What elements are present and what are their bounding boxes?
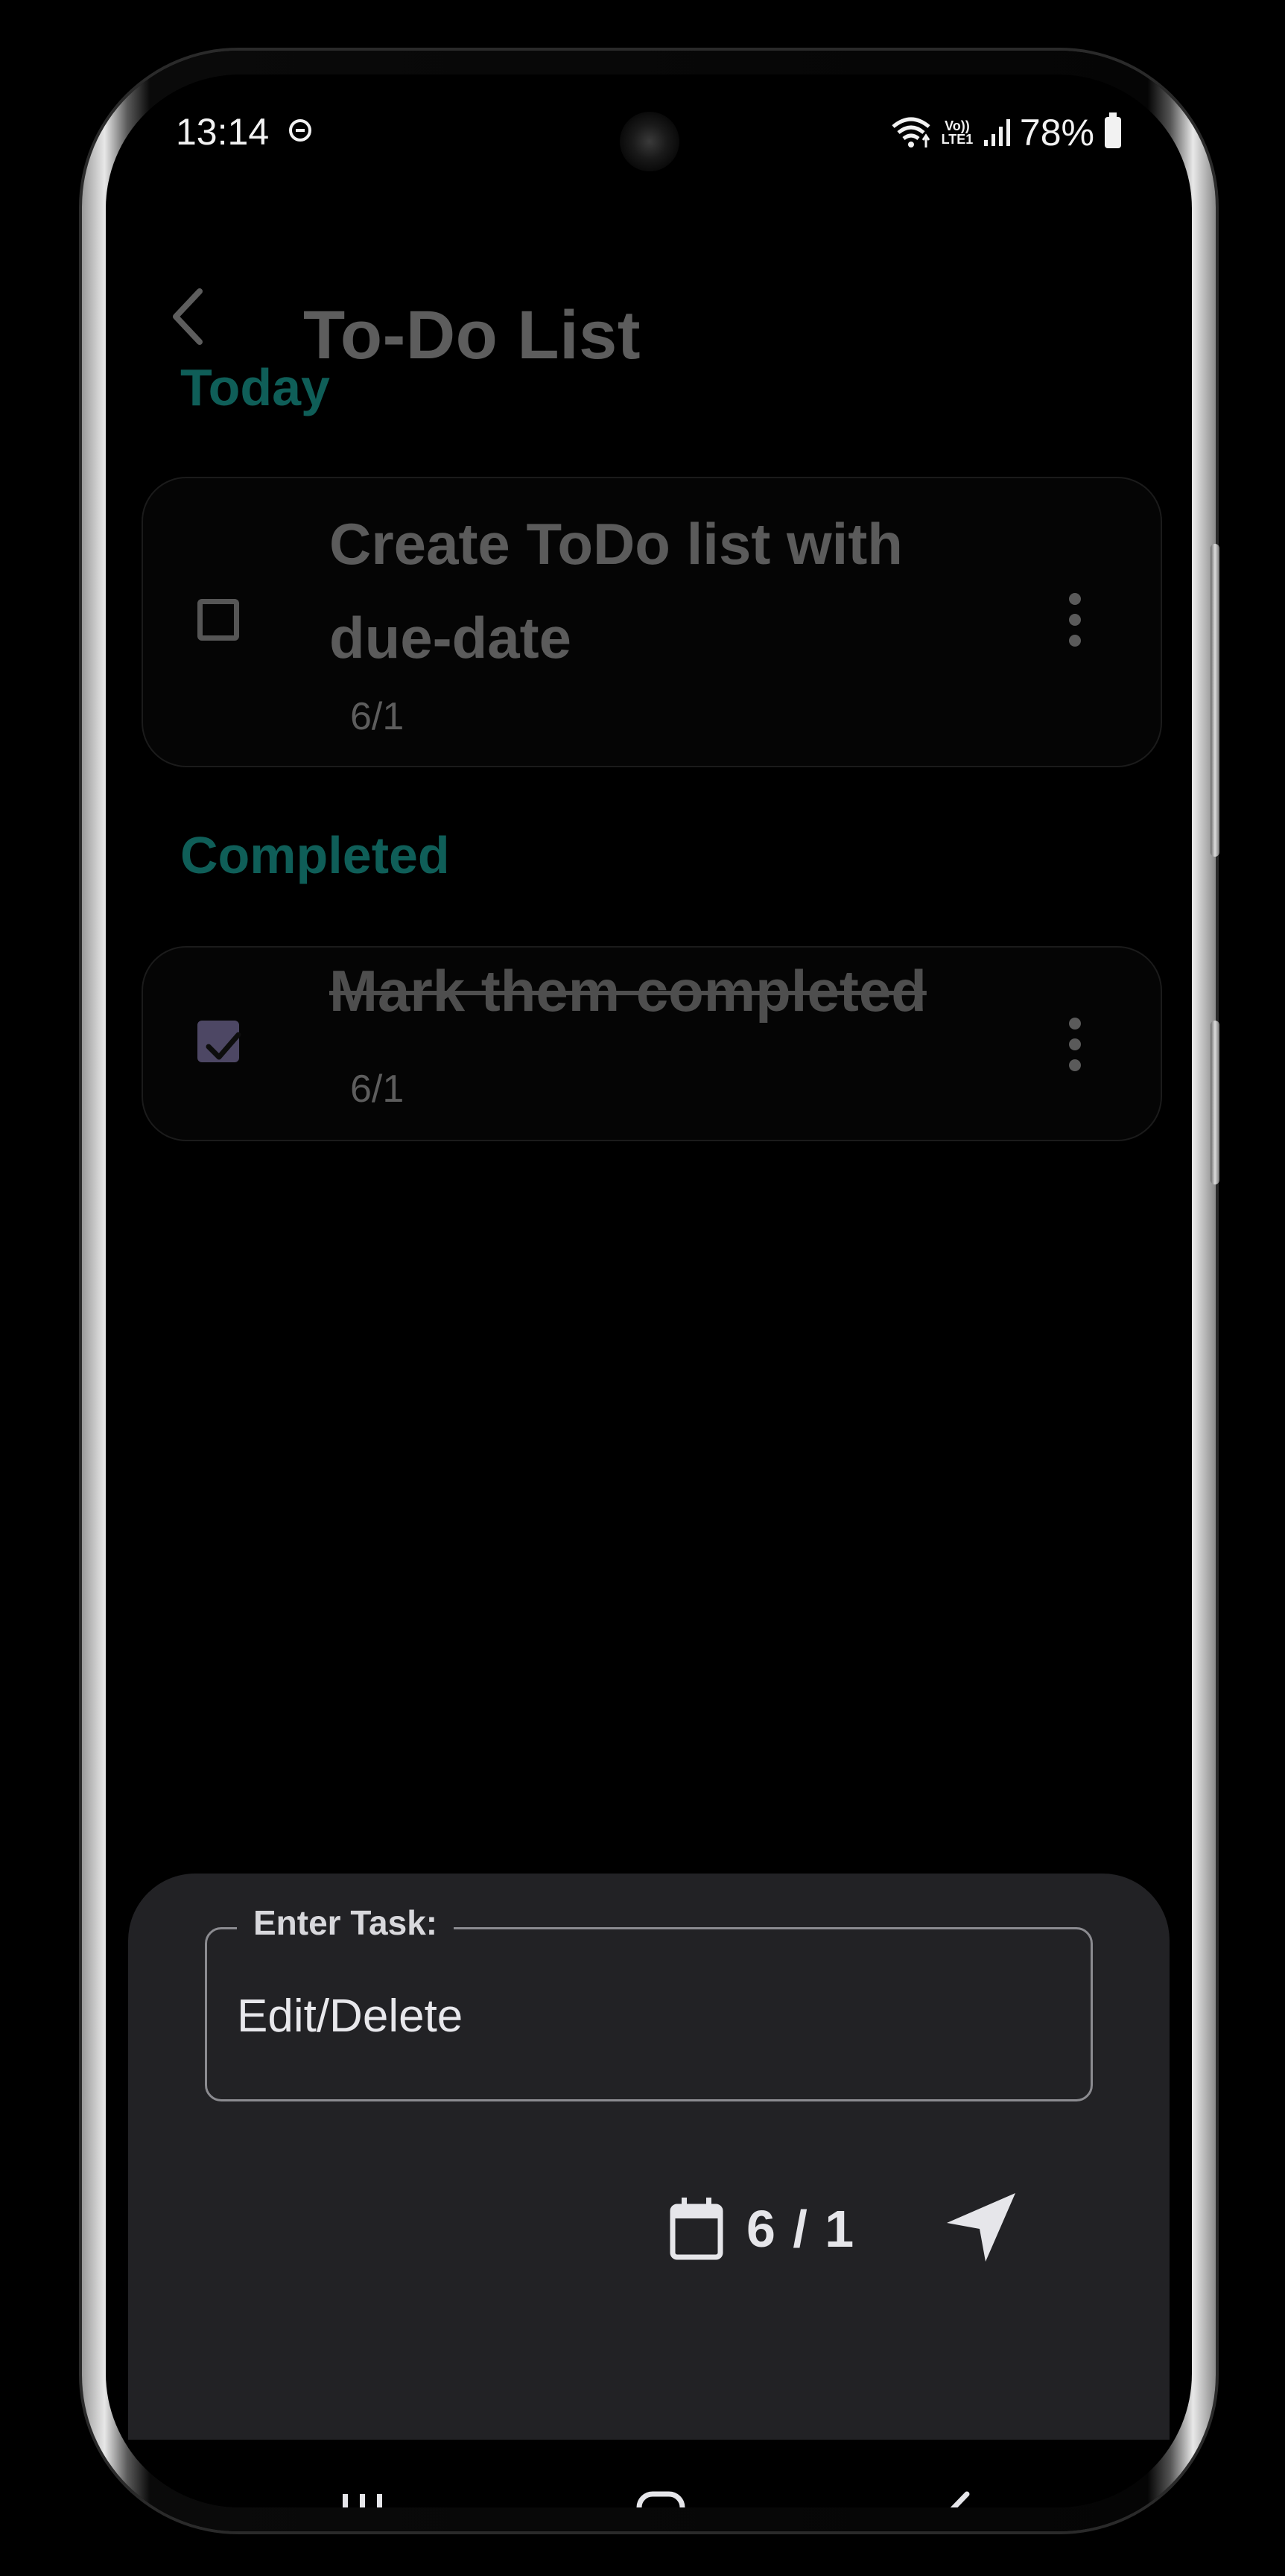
more-vertical-icon [1069,1018,1081,1030]
due-date-button[interactable]: 6 / 1 [669,2192,855,2266]
status-icons: Vo)) LTE1 78% [890,110,1121,155]
back-button[interactable] [158,287,218,346]
task-title: Create ToDo list with due-date [329,511,903,670]
recents-button[interactable] [318,2469,407,2507]
wifi-icon [892,117,930,147]
task-checkbox[interactable] [197,599,239,641]
status-bar: 13:14 Vo)) LTE1 78% [106,74,1192,186]
device-mockup: 13:14 Vo)) LTE1 78% To-Do List Today Cre… [0,0,1285,2576]
status-time: 13:14 [176,111,270,153]
page-title: To-Do List [303,297,641,373]
task-date: 6/1 [350,695,404,738]
signal-icon [983,119,1010,146]
task-input[interactable] [235,1982,1058,2050]
recents-icon [343,2494,382,2507]
task-input-field[interactable]: Enter Task: [205,1903,1093,2101]
more-vertical-icon [1069,614,1081,626]
more-vertical-icon [1069,593,1081,605]
home-button[interactable] [616,2469,705,2507]
power-button [1211,1021,1219,1184]
task-card[interactable]: Mark them completed 6/1 [142,946,1162,1141]
back-arrow-icon [950,2491,970,2507]
send-button[interactable] [925,2171,1037,2283]
task-card[interactable]: Create ToDo list with due-date 6/1 [142,477,1162,767]
battery-icon [1105,112,1121,148]
due-date-label: 6 / 1 [746,2200,856,2258]
task-title: Mark them completed [329,958,927,1024]
section-title-today: Today [180,358,330,416]
task-input-label: Enter Task: [237,1903,454,1943]
task-composer-sheet: Enter Task: 6 / 1 [128,1874,1170,2440]
phone-screen: 13:14 Vo)) LTE1 78% To-Do List Today Cre… [106,74,1192,2507]
app-header: To-Do List [106,209,1192,373]
more-options-button[interactable] [1060,1007,1090,1082]
check-icon [206,1032,241,1060]
task-date: 6/1 [350,1067,404,1111]
system-nav-bar [128,2440,1170,2507]
more-options-button[interactable] [1060,583,1090,657]
home-icon [636,2491,685,2507]
volume-button [1211,544,1219,857]
front-camera [620,112,679,171]
do-not-disturb-icon [289,119,311,142]
more-vertical-icon [1069,1038,1081,1050]
calendar-icon [670,2198,723,2260]
more-vertical-icon [1069,635,1081,647]
chevron-left-icon [173,288,203,345]
task-checkbox-checked[interactable] [197,1021,241,1062]
volte-icon: Vo)) LTE1 [941,118,974,147]
battery-percent: 78% [1019,112,1094,153]
more-vertical-icon [1069,1059,1081,1071]
send-icon [947,2193,1015,2262]
section-title-completed: Completed [180,826,450,884]
system-back-button[interactable] [914,2469,1003,2507]
